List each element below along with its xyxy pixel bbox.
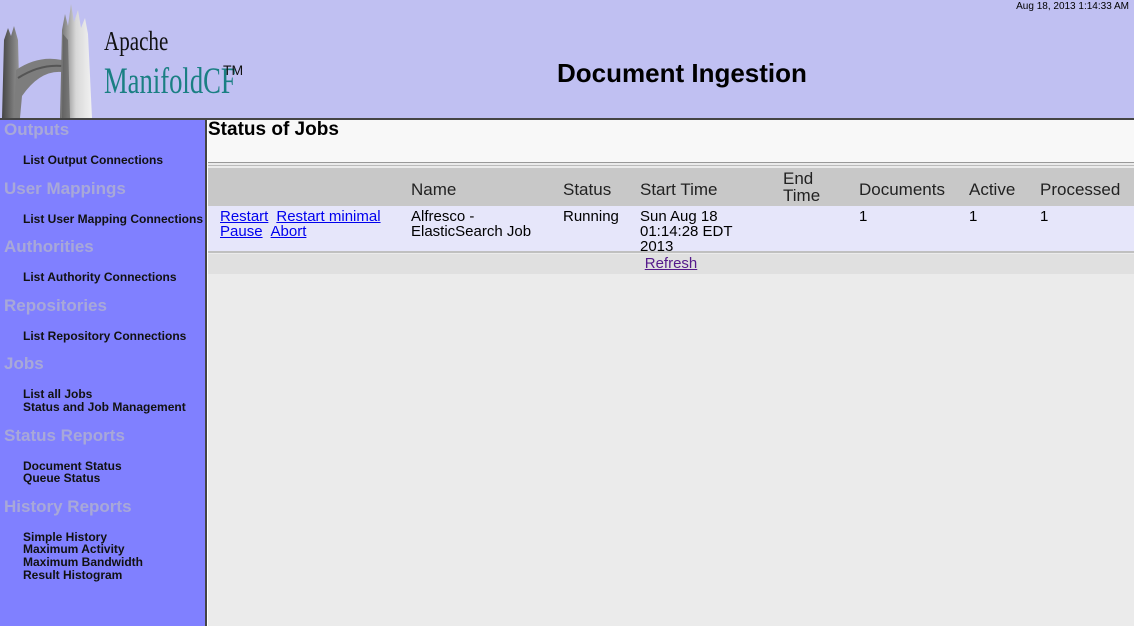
timestamp: Aug 18, 2013 1:14:33 AM bbox=[1016, 1, 1129, 12]
nav-link-result-histogram[interactable]: Result Histogram bbox=[23, 568, 205, 582]
nav-section-authorities: Authorities bbox=[4, 237, 94, 257]
column-header-name: Name bbox=[411, 180, 457, 199]
table-row: Restart Restart minimal Pause Abort Alfres… bbox=[208, 206, 1134, 254]
job-name-line2: ElasticSearch Job bbox=[411, 223, 532, 240]
manifoldcf-logo: Apache ManifoldCF TM bbox=[2, 0, 244, 118]
nav-section-repositories: Repositories bbox=[4, 295, 107, 315]
nav-section-user-mappings: User Mappings bbox=[4, 178, 126, 198]
divider bbox=[208, 165, 1134, 166]
sidebar-nav: Outputs List Output Connections User Map… bbox=[0, 120, 207, 626]
nav-section-history-reports: History Reports bbox=[4, 496, 132, 516]
column-header-documents: Documents bbox=[859, 180, 945, 199]
job-active: 1 bbox=[969, 208, 978, 225]
column-header-end-time-line1: End bbox=[783, 169, 814, 188]
column-header-start-time: Start Time bbox=[640, 180, 718, 199]
column-header-end-time-line2: Time bbox=[783, 186, 821, 205]
refresh-row: Refresh bbox=[208, 254, 1134, 274]
nav-link-status-and-job-management[interactable]: Status and Job Management bbox=[23, 401, 205, 414]
job-actions-line2: Pause Abort bbox=[220, 224, 314, 239]
nav-section-jobs: Jobs bbox=[4, 354, 44, 374]
column-header-active: Active bbox=[969, 180, 1016, 199]
pause-link[interactable]: Pause bbox=[220, 223, 263, 240]
page-title: Document Ingestion bbox=[557, 58, 807, 88]
nav-link-maximum-bandwidth[interactable]: Maximum Bandwidth bbox=[23, 556, 205, 569]
column-header-processed: Processed bbox=[1040, 180, 1121, 199]
nav-link-list-authority-connections[interactable]: List Authority Connections bbox=[23, 271, 205, 284]
abort-link[interactable]: Abort bbox=[271, 223, 307, 240]
nav-link-queue-status[interactable]: Queue Status bbox=[23, 472, 205, 485]
logo-apache-text: Apache bbox=[104, 26, 169, 56]
section-title-bar: Status of Jobs bbox=[208, 119, 1134, 162]
content-empty-area bbox=[208, 274, 1134, 626]
job-status: Running bbox=[563, 208, 619, 225]
job-actions-line1: Restart Restart minimal bbox=[220, 209, 389, 224]
nav-link-list-repository-connections[interactable]: List Repository Connections bbox=[23, 330, 205, 343]
job-documents: 1 bbox=[859, 208, 868, 225]
divider bbox=[208, 162, 1134, 163]
logo-manifoldcf-text: ManifoldCF bbox=[104, 61, 236, 102]
refresh-link[interactable]: Refresh bbox=[645, 255, 698, 272]
jobs-table-header: Name Status Start Time End Time Document… bbox=[208, 168, 1134, 206]
nav-link-list-output-connections[interactable]: List Output Connections bbox=[23, 154, 205, 167]
job-start-time-line1: Sun Aug 18 bbox=[640, 208, 718, 225]
logo-trademark: TM bbox=[223, 62, 244, 78]
nav-link-list-user-mapping-connections[interactable]: List User Mapping Connections bbox=[23, 212, 205, 226]
section-title: Status of Jobs bbox=[208, 119, 339, 140]
job-processed: 1 bbox=[1040, 208, 1049, 225]
header-bar: Apache ManifoldCF TM Document Ingestion … bbox=[0, 0, 1134, 120]
divider bbox=[208, 251, 1134, 253]
column-header-status: Status bbox=[563, 180, 612, 199]
main-content: Status of Jobs Name Status Start Time En… bbox=[208, 119, 1134, 626]
job-start-time-line2: 01:14:28 EDT bbox=[640, 223, 733, 240]
nav-section-status-reports: Status Reports bbox=[4, 425, 125, 445]
nav-section-outputs: Outputs bbox=[4, 120, 70, 139]
bridge-tower-logo-icon bbox=[2, 4, 92, 118]
job-name-line1: Alfresco - bbox=[411, 208, 475, 225]
